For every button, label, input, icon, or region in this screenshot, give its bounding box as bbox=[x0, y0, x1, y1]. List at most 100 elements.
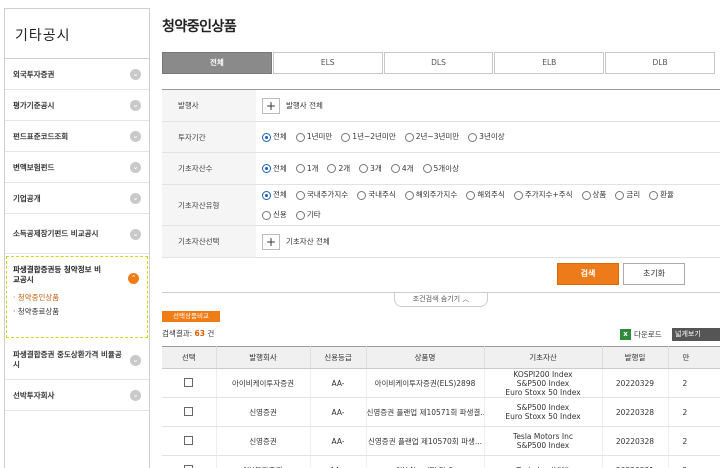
radio-icon bbox=[357, 190, 367, 200]
asset-line: S&P500 Index bbox=[516, 403, 570, 412]
asset-count-radio[interactable]: 전체 bbox=[262, 162, 287, 176]
period-radio[interactable]: 전체 bbox=[262, 130, 287, 144]
sidebar-item-tax-fund[interactable]: 소득공제장기펀드 비교공시 ⌄ bbox=[5, 214, 149, 254]
row-checkbox[interactable] bbox=[184, 406, 194, 416]
sidebar-item-variable-insurance[interactable]: 변액보험펀드 ⌄ bbox=[5, 152, 149, 183]
sidebar-item-valuation[interactable]: 평가기준공시 ⌄ bbox=[5, 90, 149, 121]
asset-count-radio[interactable]: 2개 bbox=[327, 162, 350, 176]
sidebar-item-label: 파생결합증권 중도상환가격 비율공시 bbox=[13, 349, 122, 369]
select-cell bbox=[162, 368, 217, 398]
radio-icon bbox=[262, 132, 271, 142]
asset-cell: S&P500 Index Euro Stoxx 50 Index bbox=[484, 397, 603, 427]
period-radio-group: 전체 1년미만 1년~2년미만 2년~3년미만 3년이상 bbox=[256, 122, 720, 152]
radio-icon bbox=[359, 164, 369, 173]
asset-type-radio[interactable]: 전체 bbox=[262, 188, 287, 202]
reset-button[interactable]: 초기화 bbox=[623, 263, 685, 285]
radio-label: 국내주식 bbox=[368, 190, 396, 199]
sidebar-item-ship-investment[interactable]: 선박투자회사 ⌄ bbox=[5, 380, 149, 411]
plus-icon[interactable]: + bbox=[262, 233, 280, 250]
row-checkbox[interactable] bbox=[184, 464, 194, 468]
radio-icon bbox=[295, 132, 305, 142]
period-radio[interactable]: 2년~3년미만 bbox=[404, 130, 460, 144]
asset-count-radio[interactable]: 4개 bbox=[390, 162, 414, 176]
radio-label: 2년~3년미만 bbox=[415, 132, 460, 141]
asset-type-radio[interactable]: 국내주식 bbox=[357, 188, 396, 202]
issuer-cell: 신영증권 bbox=[216, 397, 311, 427]
asset-count-radio[interactable]: 1개 bbox=[295, 162, 318, 176]
sidebar-item-label: 소득공제장기펀드 비교공시 bbox=[13, 228, 99, 238]
tab-els[interactable]: ELS bbox=[272, 52, 383, 74]
table-row[interactable]: NH투자증권AA+NH Now(ELS) 9Tesla Inc.(UW)2022… bbox=[162, 455, 720, 468]
issue-date-cell: 20220328 bbox=[602, 426, 669, 456]
radio-icon bbox=[295, 210, 305, 220]
product-name-cell[interactable]: NH Now(ELS) 9 bbox=[366, 455, 485, 468]
sidebar-item-derivatives-active[interactable]: 파생결합증권등 청약정보 비교공시 ⌃ · 청약중인상품 · 청약종료상품 bbox=[6, 256, 148, 338]
period-radio[interactable]: 1년~2년미만 bbox=[341, 130, 396, 144]
asset-count-radio[interactable]: 5개이상 bbox=[422, 162, 459, 176]
table-row[interactable]: 신영증권 AA- 신영증권 플랜업 제10571회 파생결... S&P500 Ind… bbox=[162, 397, 720, 427]
asset-count-radio[interactable]: 3개 bbox=[359, 162, 382, 176]
compare-selected-button[interactable]: 선택상품비교 bbox=[162, 311, 220, 322]
page-title: 청약중인상품 bbox=[162, 19, 237, 35]
sidebar-item-label: 기업공개 bbox=[13, 193, 41, 203]
period-radio[interactable]: 3년이상 bbox=[468, 130, 505, 144]
asset-count-radio-group: 전체 1개 2개 3개 4개 5개이상 bbox=[256, 153, 720, 184]
collapse-search-toggle[interactable]: 조건검색 숨기기 ︿ bbox=[394, 293, 488, 307]
chevron-down-icon: ⌄ bbox=[130, 390, 141, 401]
asset-type-radio[interactable]: 상품 bbox=[581, 188, 606, 202]
product-name-cell[interactable]: 신영증권 플랜업 제10571회 파생결... bbox=[366, 397, 485, 427]
radio-label: 2개 bbox=[338, 163, 351, 173]
table-row[interactable]: 아이비케이투자증권 AA- 아이비케이투자증권(ELS)2898 KOSPI200 I… bbox=[162, 368, 720, 398]
product-tabs: 전체 ELS DLS ELB DLB bbox=[162, 52, 716, 74]
row-checkbox[interactable] bbox=[184, 377, 194, 387]
radio-icon bbox=[390, 164, 400, 173]
asset-type-radio[interactable]: 기타 bbox=[295, 208, 321, 222]
asset-cell: Tesla Inc.(UW) bbox=[484, 455, 603, 468]
sidebar-item-early-redemption[interactable]: 파생결합증권 중도상환가격 비율공시 ⌄ bbox=[5, 340, 149, 380]
column-header: 선택 bbox=[162, 346, 217, 369]
sidebar-item-fund-code[interactable]: 펀드표준코드조회 ⌄ bbox=[5, 121, 149, 152]
sidebar-subitem-subscribing[interactable]: · 청약중인상품 bbox=[13, 291, 127, 305]
filter-label-asset-select: 기초자산선택 bbox=[162, 226, 256, 257]
radio-icon bbox=[404, 190, 414, 200]
asset-type-radio[interactable]: 주가지수+주식 bbox=[513, 188, 573, 202]
sidebar-item-foreign-securities[interactable]: 외국투자증권 ⌄ bbox=[5, 59, 149, 90]
result-count: 검색결과: 63 건 bbox=[162, 328, 214, 339]
table-row[interactable]: 신영증권 AA- 신영증권 플랜업 제10570회 파생... Tesla Motor… bbox=[162, 426, 720, 456]
tab-dlb[interactable]: DLB bbox=[605, 52, 715, 74]
chevron-up-icon: ⌃ bbox=[128, 273, 139, 284]
download-button[interactable]: x 다운로드 bbox=[620, 329, 662, 340]
asset-type-radio[interactable]: 환율 bbox=[649, 188, 674, 202]
radio-icon bbox=[295, 190, 305, 200]
wide-view-button[interactable]: 넓게보기 bbox=[672, 328, 720, 341]
asset-type-radio[interactable]: 해외주가지수 bbox=[404, 188, 458, 202]
asset-type-radio[interactable]: 신용 bbox=[262, 208, 287, 222]
column-header: 만 bbox=[668, 346, 720, 369]
asset-type-radio[interactable]: 국내주가지수 bbox=[295, 188, 348, 202]
radio-icon bbox=[615, 190, 625, 200]
period-radio[interactable]: 1년미만 bbox=[295, 130, 332, 144]
tab-dls[interactable]: DLS bbox=[383, 52, 494, 74]
radio-label: 해외주가지수 bbox=[415, 190, 458, 199]
product-name-cell[interactable]: 신영증권 플랜업 제10570회 파생... bbox=[366, 426, 485, 456]
radio-icon bbox=[404, 132, 414, 142]
chevron-down-icon: ⌄ bbox=[130, 162, 141, 173]
search-button[interactable]: 검색 bbox=[557, 263, 619, 285]
plus-icon[interactable]: + bbox=[262, 97, 280, 114]
issue-date-cell: 20220329 bbox=[602, 368, 669, 398]
tab-elb[interactable]: ELB bbox=[494, 52, 605, 74]
filter-label-issuer: 발행사 bbox=[162, 90, 256, 121]
radio-icon bbox=[341, 132, 351, 142]
select-cell bbox=[162, 455, 217, 468]
radio-label: 4개 bbox=[401, 163, 414, 173]
row-checkbox[interactable] bbox=[184, 435, 194, 445]
product-name-cell[interactable]: 아이비케이투자증권(ELS)2898 bbox=[366, 368, 485, 398]
asset-type-radio[interactable]: 해외주식 bbox=[466, 188, 505, 202]
issue-date-cell: 20220331 bbox=[602, 455, 669, 468]
asset-type-radio[interactable]: 금리 bbox=[615, 188, 640, 202]
sidebar-item-ipo[interactable]: 기업공개 ⌄ bbox=[5, 183, 149, 214]
radio-label: 전체 bbox=[273, 132, 287, 141]
sidebar-subitem-ended[interactable]: · 청약종료상품 bbox=[13, 305, 127, 319]
radio-label: 5개이상 bbox=[433, 163, 459, 173]
tab-all[interactable]: 전체 bbox=[162, 52, 272, 74]
